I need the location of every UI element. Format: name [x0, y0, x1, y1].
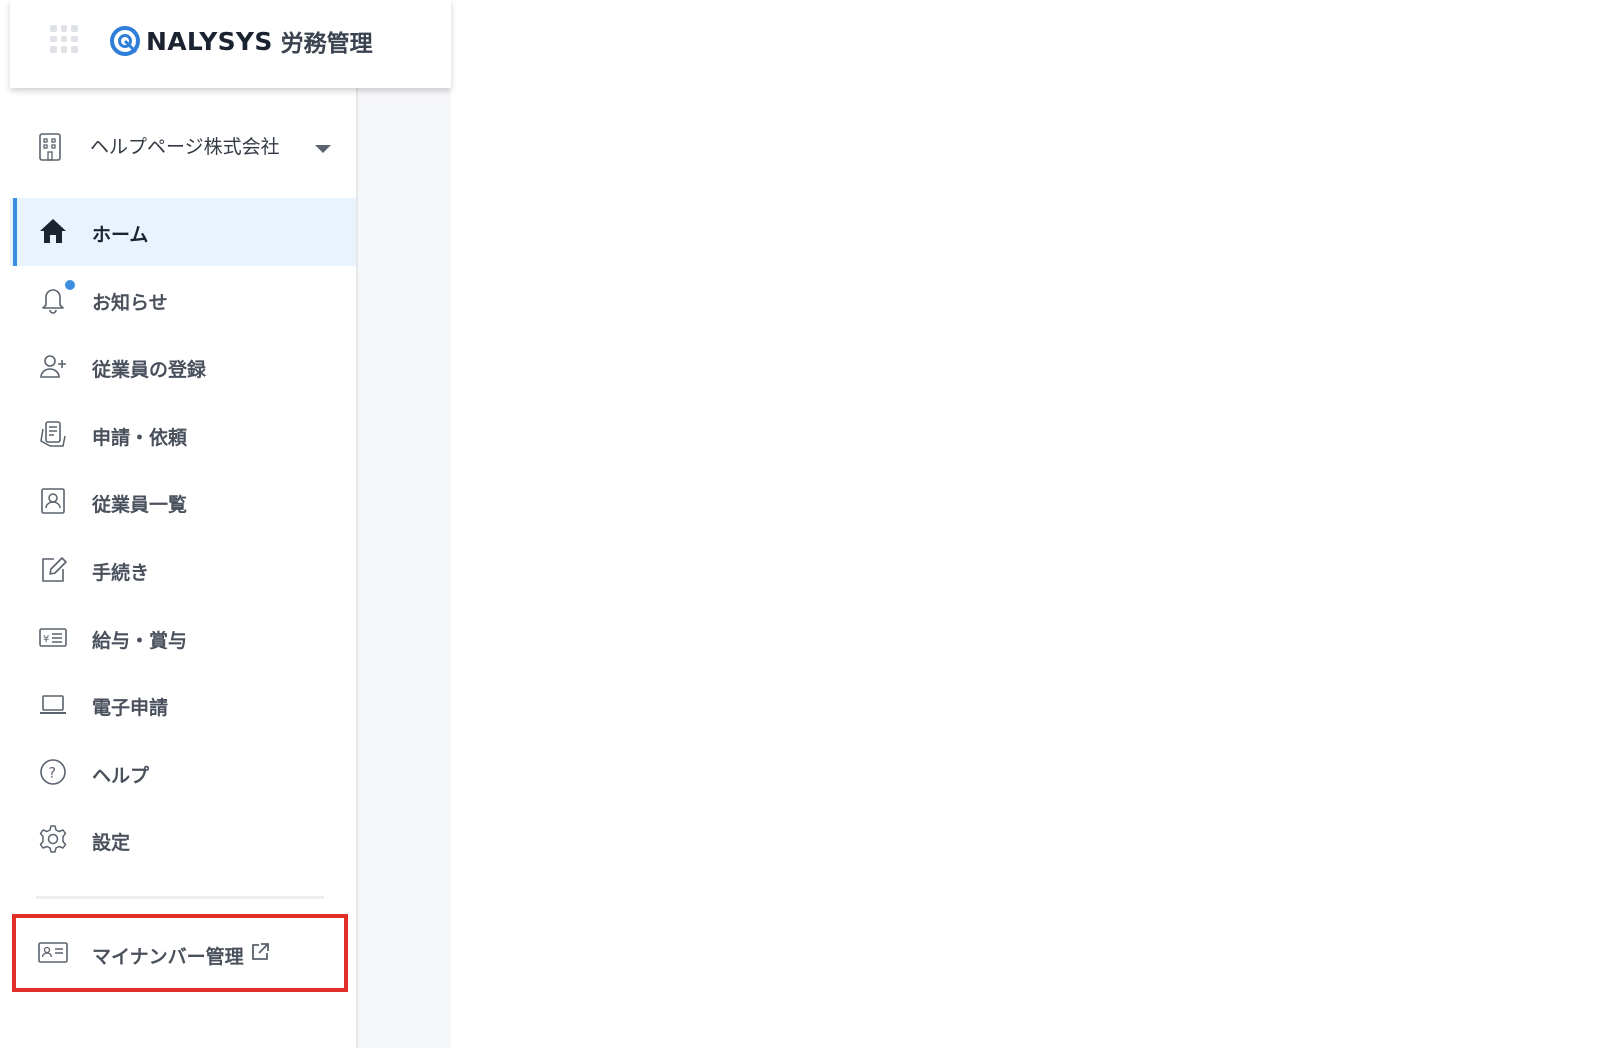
sidebar-item-register-employee[interactable]: 従業員の登録 — [10, 333, 356, 401]
sidebar-item-label: お知らせ — [92, 291, 168, 314]
sidebar-item-requests[interactable]: 申請・依頼 — [10, 401, 356, 469]
company-name: ヘルプページ株式会社 — [90, 136, 280, 158]
sidebar-item-label: 給与・賞与 — [92, 629, 188, 652]
sidebar-item-label: 電子申請 — [92, 697, 169, 720]
sidebar-item-label: 設定 — [92, 832, 131, 855]
request-icon — [40, 420, 66, 447]
external-link-icon — [252, 943, 269, 960]
notification-badge — [65, 279, 75, 290]
add-user-icon — [40, 355, 66, 378]
brand-logo[interactable]: NALYSYS 労務管理 — [110, 24, 373, 58]
gear-icon — [39, 825, 67, 854]
building-icon — [39, 133, 61, 161]
sidebar-item-employee-list[interactable]: 従業員一覧 — [10, 468, 356, 536]
svg-text:¥: ¥ — [43, 634, 49, 645]
sidebar-nav: ホーム お知らせ 従業員の登録 申請・依頼 従業員一覧 手続き ¥ 給与・賞与 … — [10, 198, 356, 874]
sidebar-item-mynumber[interactable]: マイナンバー管理 — [12, 914, 348, 992]
main-content-area — [358, 88, 451, 1048]
sidebar-item-label: 申請・依頼 — [92, 426, 188, 449]
sidebar-item-label: 従業員の登録 — [92, 359, 207, 382]
bell-icon — [42, 288, 64, 314]
mynumber-label: マイナンバー管理 — [92, 946, 244, 968]
id-card-icon — [38, 942, 68, 963]
header: NALYSYS 労務管理 — [10, 0, 451, 88]
sidebar-item-label: ヘルプ — [92, 764, 150, 787]
home-icon — [40, 219, 66, 243]
svg-text:?: ? — [49, 765, 56, 781]
brand-subtitle: 労務管理 — [280, 31, 373, 57]
sidebar-item-procedures[interactable]: 手続き — [10, 536, 356, 604]
sidebar-item-label: 従業員一覧 — [92, 494, 188, 517]
chevron-down-icon[interactable] — [315, 145, 331, 153]
sidebar: ヘルプページ株式会社 ホーム お知らせ 従業員の登録 申請・依頼 従業員一覧 手… — [10, 88, 358, 1048]
app-launcher-icon[interactable] — [50, 25, 78, 53]
sidebar-item-label: ホーム — [92, 224, 149, 246]
edit-icon — [42, 557, 67, 582]
laptop-icon — [40, 695, 66, 715]
sidebar-item-e-filing[interactable]: 電子申請 — [10, 671, 356, 739]
app-window: NALYSYS 労務管理 ヘルプページ株式会社 ホーム お知らせ 従業員の登録 … — [10, 0, 451, 1048]
brand-name: NALYSYS — [146, 26, 273, 56]
sidebar-item-label: 手続き — [92, 561, 150, 584]
sidebar-item-payroll[interactable]: ¥ 給与・賞与 — [10, 604, 356, 672]
sidebar-item-settings[interactable]: 設定 — [10, 806, 356, 874]
sidebar-item-help[interactable]: ? ヘルプ — [10, 739, 356, 807]
employee-list-icon — [41, 488, 65, 515]
sidebar-item-home[interactable]: ホーム — [10, 198, 356, 266]
company-selector[interactable]: ヘルプページ株式会社 — [10, 110, 356, 182]
sidebar-item-notifications[interactable]: お知らせ — [10, 266, 356, 334]
sidebar-divider — [36, 896, 324, 899]
nalysys-logo-icon — [110, 26, 140, 56]
payslip-icon: ¥ — [39, 627, 67, 647]
help-icon: ? — [40, 758, 66, 785]
